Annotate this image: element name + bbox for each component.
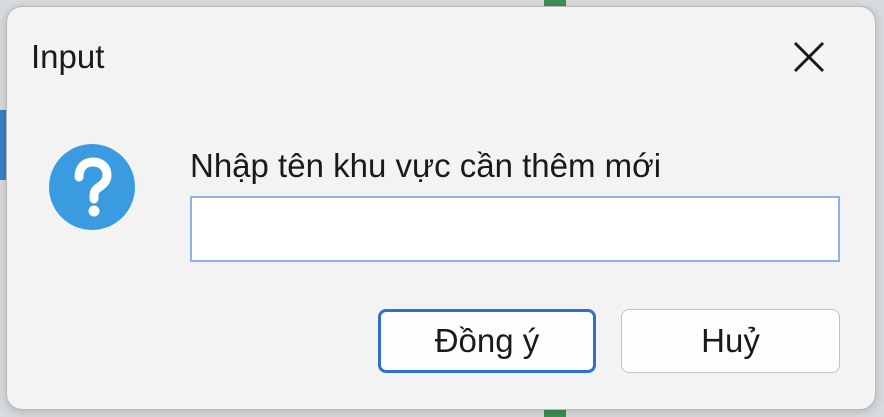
question-icon [49,144,135,230]
ok-button[interactable]: Đồng ý [378,309,596,373]
close-icon [793,41,825,73]
input-dialog: Input Nhập tên khu vực cần thêm mới Đồng… [6,6,876,410]
close-button[interactable] [777,25,841,89]
area-name-input[interactable] [190,196,840,262]
cancel-button[interactable]: Huỷ [621,309,840,373]
prompt-label: Nhập tên khu vực cần thêm mới [190,147,662,184]
dialog-title: Input [31,38,105,75]
